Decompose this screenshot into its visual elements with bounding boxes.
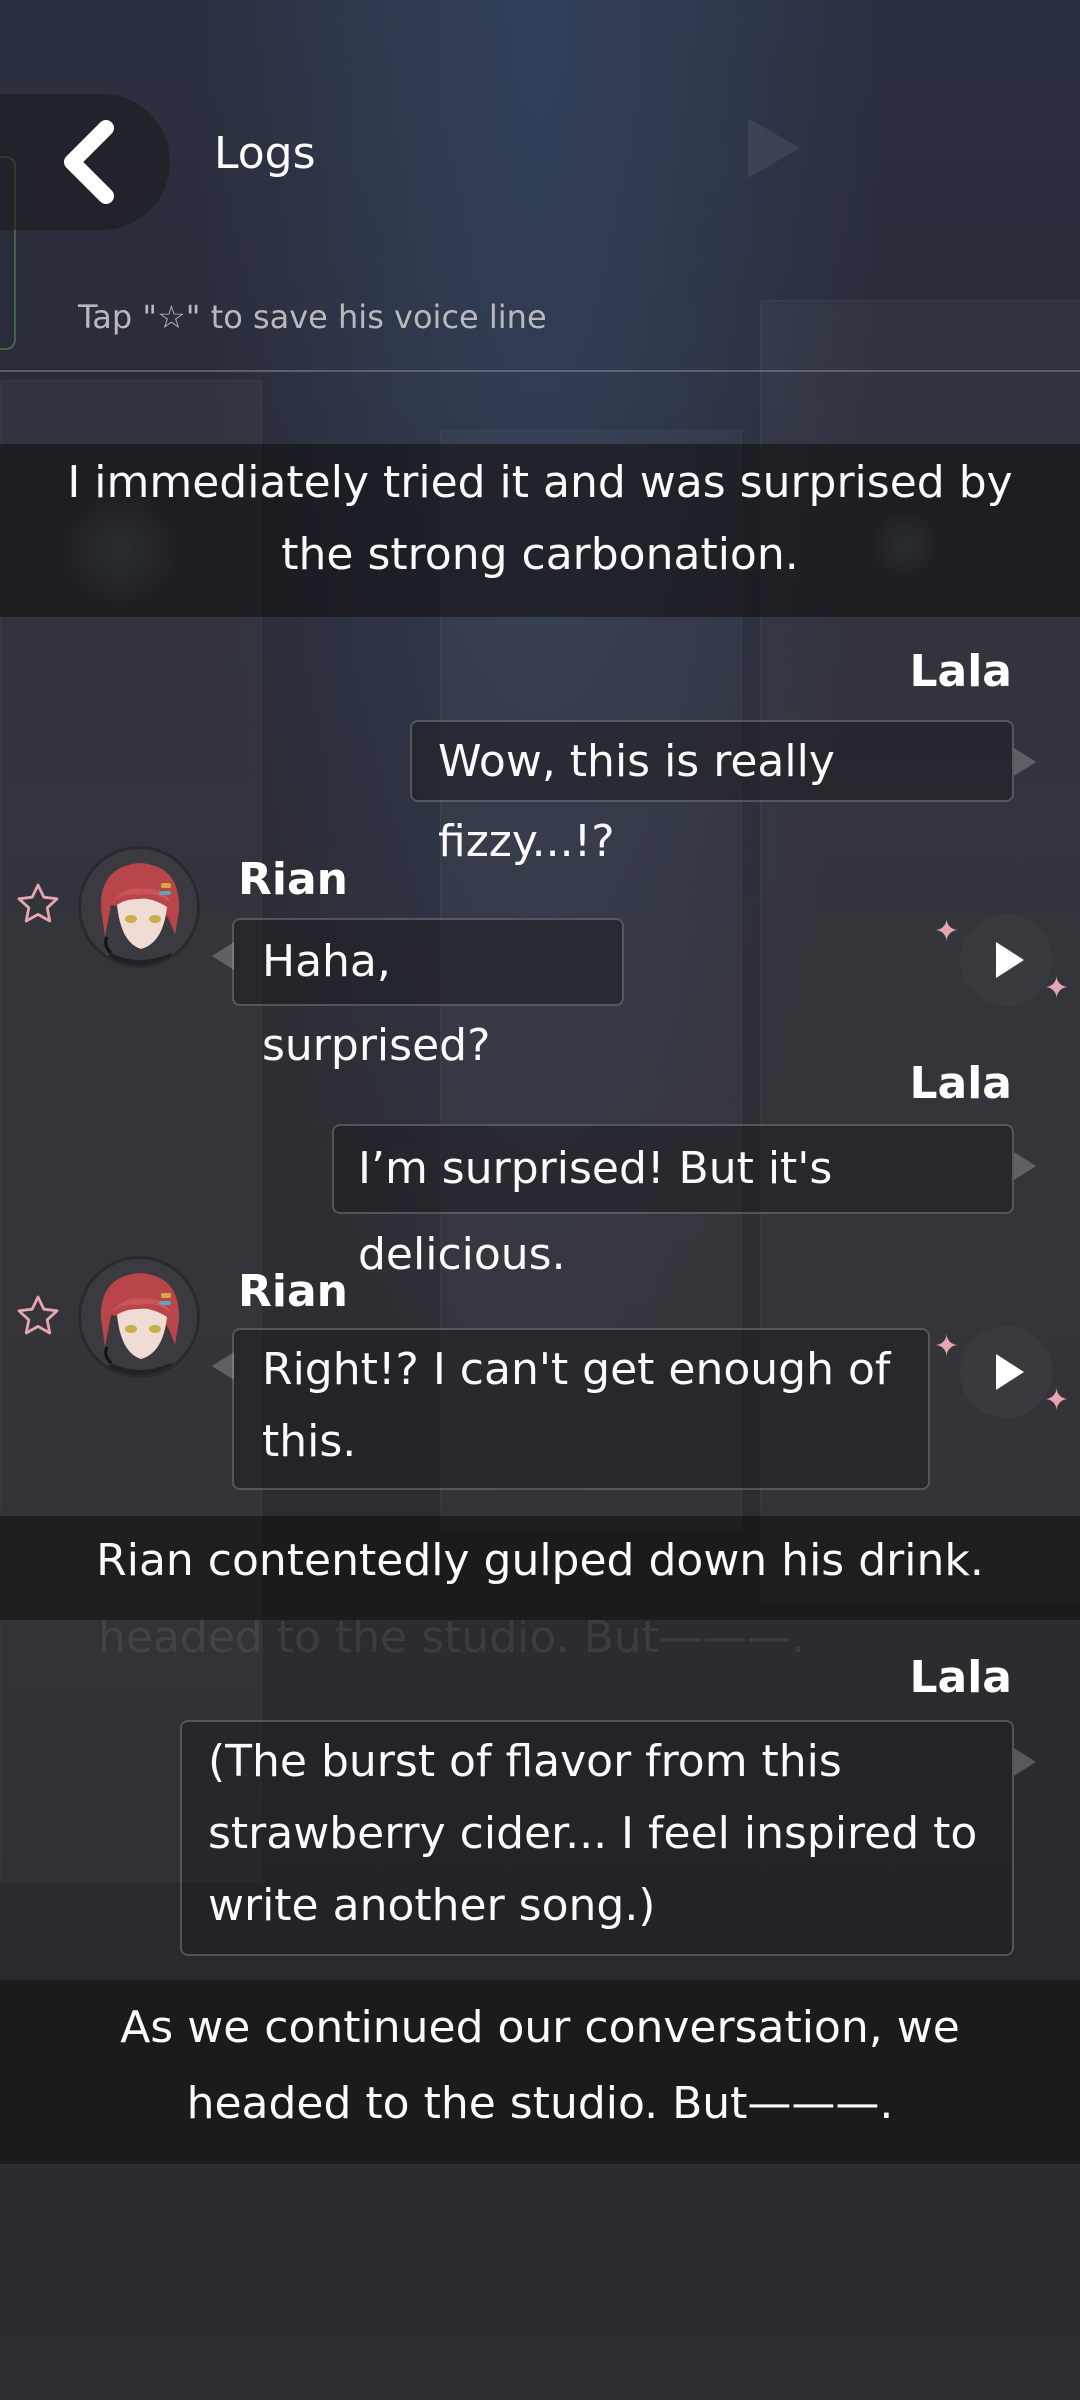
dialogue-line: I’m surprised! But it's delicious. bbox=[358, 1143, 833, 1280]
avatar bbox=[78, 1256, 200, 1378]
narration-entry: I immediately tried it and was surprised… bbox=[0, 444, 1080, 617]
hint-prefix: Tap " bbox=[78, 298, 158, 336]
speaker-name: Lala bbox=[909, 1652, 1012, 1703]
narration-line: I immediately tried it and was surprised… bbox=[67, 457, 1013, 508]
speaker-name: Lala bbox=[909, 1058, 1012, 1109]
background-play-icon bbox=[748, 118, 800, 178]
star-outline-icon: ☆ bbox=[157, 298, 186, 336]
favorite-star-button[interactable] bbox=[14, 880, 62, 928]
sparkle-icon: ✦ bbox=[1044, 971, 1070, 1006]
play-voice-button[interactable] bbox=[960, 1326, 1052, 1418]
dialogue-line: Right!? I can't get enough of bbox=[262, 1344, 891, 1395]
star-outline-icon bbox=[17, 1295, 59, 1335]
page-title: Logs bbox=[214, 128, 316, 179]
dialogue-line: Haha, surprised? bbox=[262, 936, 491, 1071]
dialogue-line: (The burst of flavor from this bbox=[208, 1736, 842, 1787]
narration-line: As we continued our conversation, we bbox=[120, 2002, 960, 2053]
dialogue-bubble: I’m surprised! But it's delicious. bbox=[332, 1124, 1036, 1280]
narration-line: the strong carbonation. bbox=[281, 529, 799, 580]
narration-line: headed to the studio. But———. bbox=[186, 2078, 894, 2129]
rian-portrait bbox=[81, 849, 197, 965]
back-arrow-icon bbox=[64, 120, 114, 204]
avatar bbox=[78, 846, 200, 968]
save-voice-hint: Tap "☆" to save his voice line bbox=[78, 298, 547, 336]
dialogue-bubble: Wow, this is really fizzy...!? bbox=[410, 720, 1036, 867]
back-button[interactable] bbox=[54, 118, 134, 206]
speaker-name: Rian bbox=[238, 854, 348, 905]
narration-entry: Rian contentedly gulped down his drink. bbox=[0, 1516, 1080, 1620]
sparkle-icon: ✦ bbox=[1044, 1383, 1070, 1418]
favorite-star-button[interactable] bbox=[14, 1292, 62, 1340]
star-outline-icon bbox=[17, 883, 59, 923]
hint-suffix: " to save his voice line bbox=[185, 298, 547, 336]
sparkle-icon: ✦ bbox=[934, 1329, 960, 1364]
dialogue-bubble: (The burst of flavor from this strawberr… bbox=[180, 1720, 1036, 1956]
dialogue-line: write another song.) bbox=[208, 1880, 656, 1931]
header-divider bbox=[0, 370, 1080, 372]
dialogue-bubble: Right!? I can't get enough of this. bbox=[212, 1328, 930, 1490]
speaker-name: Rian bbox=[238, 1266, 348, 1317]
dialogue-line: this. bbox=[262, 1416, 357, 1467]
speaker-name: Lala bbox=[909, 646, 1012, 697]
narration-line: Rian contentedly gulped down his drink. bbox=[96, 1535, 984, 1586]
dialogue-line: Wow, this is really fizzy...!? bbox=[438, 736, 835, 867]
dialogue-bubble: Haha, surprised? bbox=[212, 918, 624, 1071]
dialogue-line: strawberry cider... I feel inspired to bbox=[208, 1808, 978, 1859]
rian-portrait bbox=[81, 1259, 197, 1375]
sparkle-icon: ✦ bbox=[934, 914, 960, 949]
narration-entry: As we continued our conversation, we hea… bbox=[0, 1980, 1080, 2164]
play-voice-button[interactable] bbox=[960, 914, 1052, 1006]
